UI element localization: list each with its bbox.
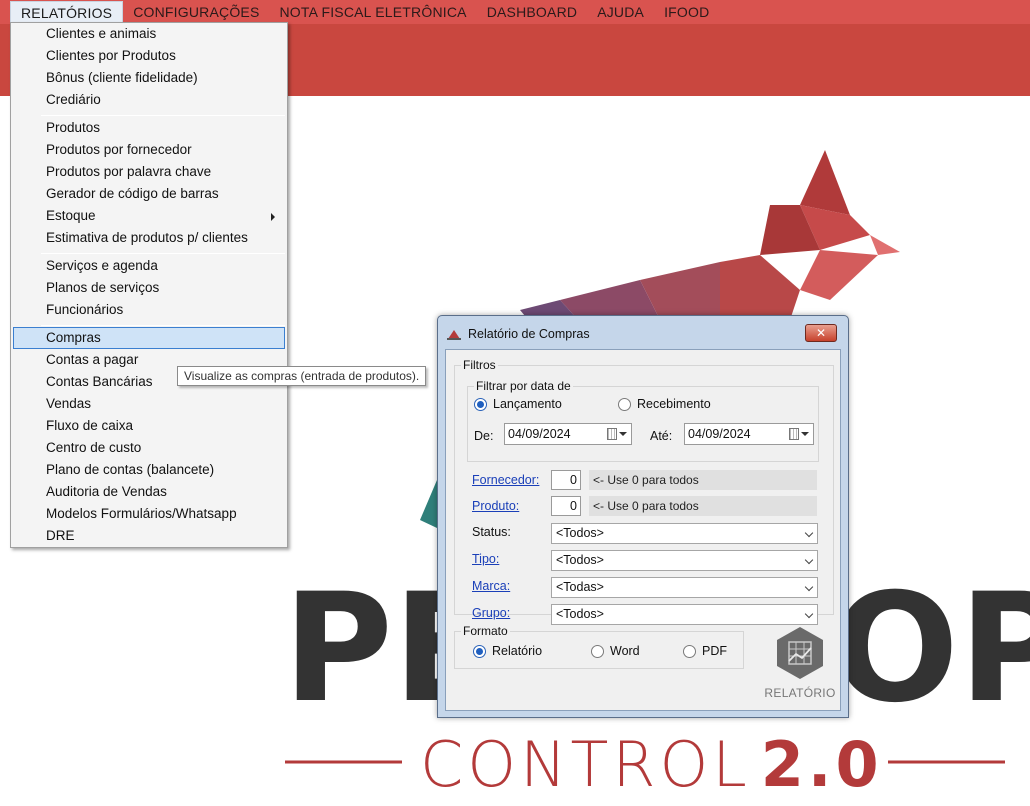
date-filter-group: Filtrar por data de Lançamento Recebimen… bbox=[467, 379, 819, 462]
marca-link[interactable]: Marca: bbox=[472, 579, 510, 593]
produto-link[interactable]: Produto: bbox=[472, 499, 519, 513]
menu-separator bbox=[41, 253, 285, 254]
marca-select-value: <Todas> bbox=[556, 580, 604, 594]
menu-relatorios[interactable]: RELATÓRIOS bbox=[10, 1, 124, 23]
menu-item-vendas[interactable]: Vendas bbox=[13, 393, 285, 415]
date-to-field[interactable]: 04/09/2024 bbox=[684, 423, 814, 445]
format-word-label: Word bbox=[610, 644, 640, 658]
menu-item-produtos-palavra[interactable]: Produtos por palavra chave bbox=[13, 161, 285, 183]
format-pdf-label: PDF bbox=[702, 644, 727, 658]
relatorio-compras-dialog: Relatório de Compras ✕ Filtros Filtrar p… bbox=[437, 315, 849, 718]
relatorios-dropdown: Clientes e animais Clientes por Produtos… bbox=[10, 22, 288, 548]
menu-item-fluxo-caixa[interactable]: Fluxo de caixa bbox=[13, 415, 285, 437]
menu-nota-fiscal[interactable]: NOTA FISCAL ELETRÔNICA bbox=[269, 1, 476, 23]
menu-item-clientes-produtos[interactable]: Clientes por Produtos bbox=[13, 45, 285, 67]
menu-ajuda[interactable]: AJUDA bbox=[587, 1, 654, 23]
dialog-title: Relatório de Compras bbox=[468, 327, 590, 341]
date-from-field[interactable]: 04/09/2024 bbox=[504, 423, 632, 445]
tipo-select[interactable]: <Todos> bbox=[551, 550, 818, 571]
dialog-titlebar[interactable]: Relatório de Compras bbox=[446, 325, 590, 343]
format-legend: Formato bbox=[461, 624, 510, 638]
submenu-arrow-icon bbox=[271, 213, 275, 221]
status-label: Status: bbox=[472, 525, 511, 539]
menu-item-estimativa[interactable]: Estimativa de produtos p/ clientes bbox=[13, 227, 285, 249]
date-filter-legend: Filtrar por data de bbox=[474, 379, 573, 393]
menu-item-bonus[interactable]: Bônus (cliente fidelidade) bbox=[13, 67, 285, 89]
menu-item-produtos-fornecedor[interactable]: Produtos por fornecedor bbox=[13, 139, 285, 161]
chevron-down-icon bbox=[804, 582, 814, 592]
marca-select[interactable]: <Todas> bbox=[551, 577, 818, 598]
date-from-value: 04/09/2024 bbox=[508, 427, 571, 441]
grupo-select-value: <Todos> bbox=[556, 607, 604, 621]
radio-recebimento-label: Recebimento bbox=[637, 397, 711, 411]
app-icon bbox=[447, 330, 461, 340]
produto-hint: <- Use 0 para todos bbox=[589, 496, 817, 516]
menu-item-plano-contas[interactable]: Plano de contas (balancete) bbox=[13, 459, 285, 481]
from-label: De: bbox=[474, 429, 494, 443]
format-relatorio-label: Relatório bbox=[492, 644, 543, 658]
radio-lancamento-label: Lançamento bbox=[493, 397, 562, 411]
radio-unselected-icon bbox=[591, 644, 604, 658]
chevron-down-icon bbox=[804, 609, 814, 619]
calendar-icon[interactable] bbox=[789, 427, 809, 441]
menu-bar: RELATÓRIOS CONFIGURAÇÕES NOTA FISCAL ELE… bbox=[0, 0, 1030, 24]
tipo-link[interactable]: Tipo: bbox=[472, 552, 499, 566]
relatorio-button-label: RELATÓRIO bbox=[764, 686, 836, 700]
menu-dashboard[interactable]: DASHBOARD bbox=[477, 1, 587, 23]
menu-item-clientes-animais[interactable]: Clientes e animais bbox=[13, 23, 285, 45]
chevron-down-icon bbox=[804, 528, 814, 538]
format-group: Formato Relatório Word PDF bbox=[454, 624, 744, 669]
radio-unselected-icon bbox=[683, 644, 696, 658]
tooltip: Visualize as compras (entrada de produto… bbox=[177, 366, 427, 386]
menu-item-auditoria-vendas[interactable]: Auditoria de Vendas bbox=[13, 481, 285, 503]
menu-configuracoes[interactable]: CONFIGURAÇÕES bbox=[123, 1, 269, 23]
menu-item-funcionarios[interactable]: Funcionários bbox=[13, 299, 285, 321]
radio-lancamento[interactable]: Lançamento bbox=[474, 397, 562, 411]
menu-item-produtos[interactable]: Produtos bbox=[13, 117, 285, 139]
fornecedor-input[interactable]: 0 bbox=[551, 470, 581, 490]
menu-item-dre[interactable]: DRE bbox=[13, 525, 285, 547]
chevron-down-icon bbox=[804, 555, 814, 565]
relatorio-button[interactable]: RELATÓRIO bbox=[762, 625, 838, 705]
dialog-body: Filtros Filtrar por data de Lançamento R… bbox=[445, 349, 841, 711]
radio-format-relatorio[interactable]: Relatório bbox=[473, 644, 542, 658]
status-select-value: <Todos> bbox=[556, 526, 604, 540]
status-select[interactable]: <Todos> bbox=[551, 523, 818, 544]
radio-unselected-icon bbox=[618, 397, 631, 411]
radio-format-word[interactable]: Word bbox=[591, 644, 640, 658]
menu-item-estoque[interactable]: Estoque bbox=[13, 205, 285, 227]
filters-group: Filtros Filtrar por data de Lançamento R… bbox=[454, 358, 834, 625]
menu-item-servicos-agenda[interactable]: Serviços e agenda bbox=[13, 255, 285, 277]
fornecedor-link[interactable]: Fornecedor: bbox=[472, 473, 539, 487]
menu-ifood[interactable]: IFOOD bbox=[654, 1, 719, 23]
produto-input[interactable]: 0 bbox=[551, 496, 581, 516]
date-to-value: 04/09/2024 bbox=[688, 427, 751, 441]
tipo-select-value: <Todos> bbox=[556, 553, 604, 567]
menu-separator bbox=[41, 325, 285, 326]
menu-item-modelos-formularios[interactable]: Modelos Formulários/Whatsapp bbox=[13, 503, 285, 525]
radio-selected-icon bbox=[473, 644, 486, 658]
calendar-icon[interactable] bbox=[607, 427, 627, 441]
menu-item-gerador-codigo[interactable]: Gerador de código de barras bbox=[13, 183, 285, 205]
radio-recebimento[interactable]: Recebimento bbox=[618, 397, 711, 411]
menu-item-centro-custo[interactable]: Centro de custo bbox=[13, 437, 285, 459]
menu-item-estoque-label: Estoque bbox=[46, 208, 96, 223]
radio-format-pdf[interactable]: PDF bbox=[683, 644, 727, 658]
grupo-link[interactable]: Grupo: bbox=[472, 606, 510, 620]
to-label: Até: bbox=[650, 429, 673, 443]
menu-separator bbox=[41, 115, 285, 116]
svg-text:CONTROL2.0: CONTROL 2.0 bbox=[420, 728, 883, 801]
fornecedor-hint: <- Use 0 para todos bbox=[589, 470, 817, 490]
filters-legend: Filtros bbox=[461, 358, 498, 372]
menu-item-crediario[interactable]: Crediário bbox=[13, 89, 285, 111]
menu-item-compras[interactable]: Compras bbox=[13, 327, 285, 349]
radio-selected-icon bbox=[474, 397, 487, 411]
grupo-select[interactable]: <Todos> bbox=[551, 604, 818, 625]
close-button[interactable]: ✕ bbox=[805, 324, 837, 342]
report-chart-icon bbox=[777, 627, 823, 679]
menu-item-planos-servicos[interactable]: Planos de serviços bbox=[13, 277, 285, 299]
